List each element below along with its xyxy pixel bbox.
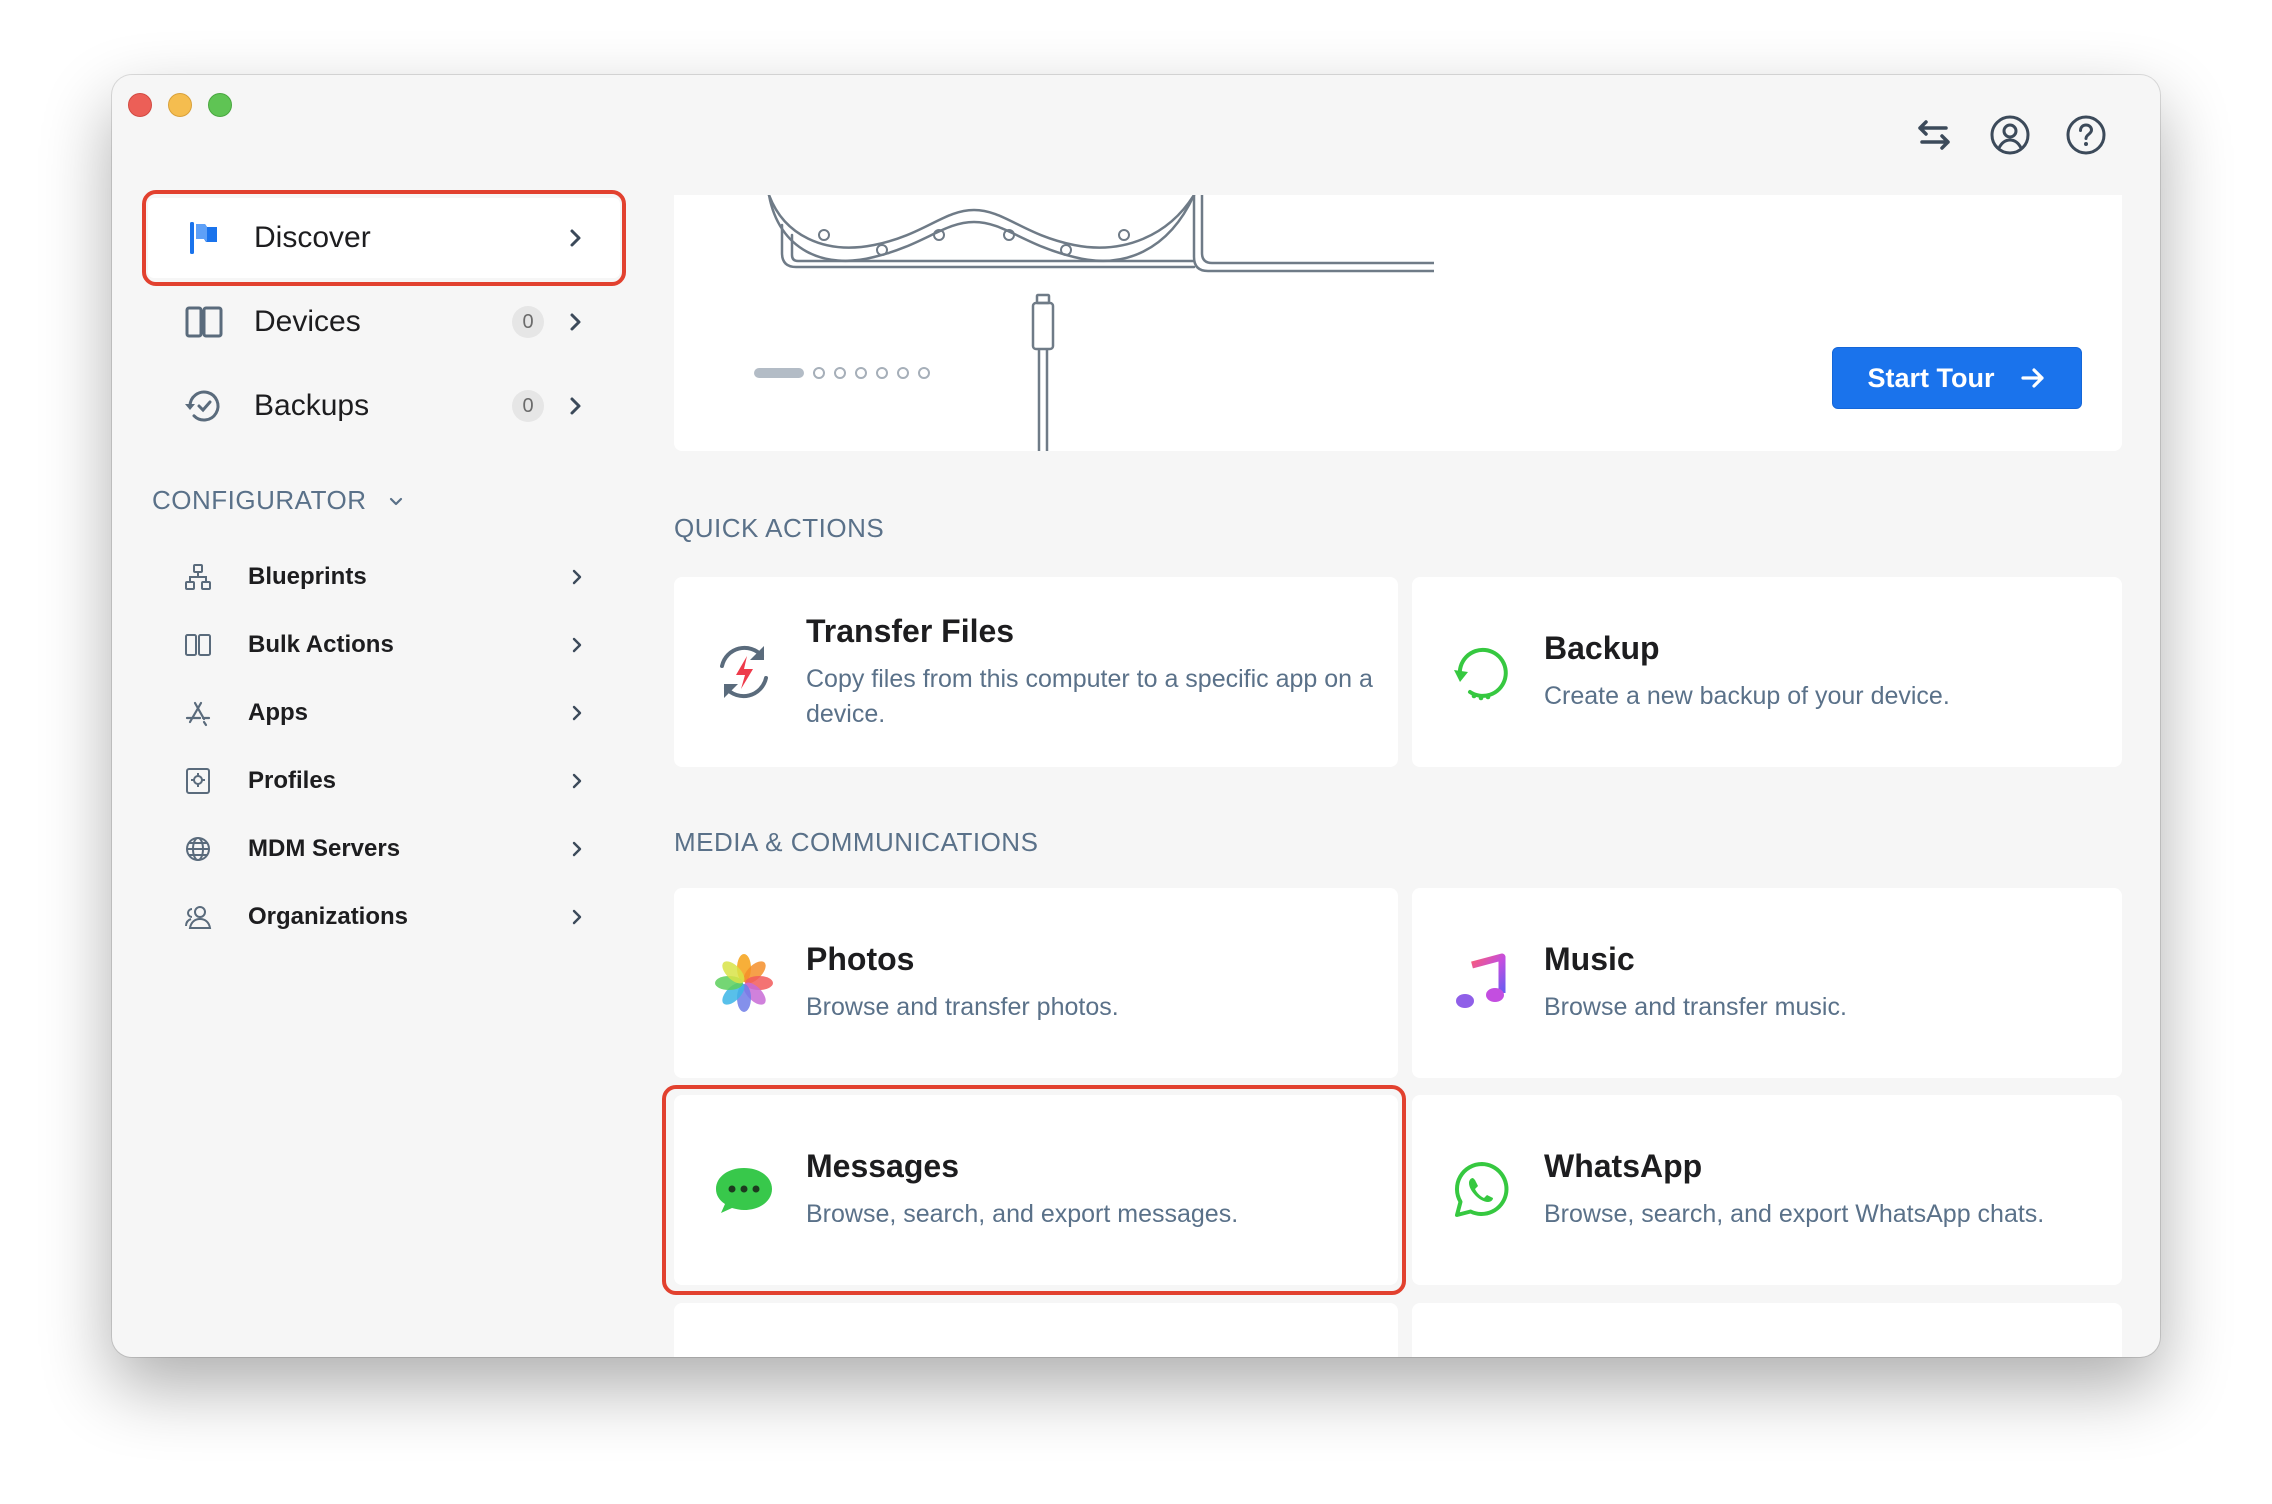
bulk-devices-icon	[182, 629, 214, 661]
switch-arrows-icon[interactable]	[1912, 113, 1956, 157]
sidebar-item-blueprints[interactable]: Blueprints	[182, 549, 622, 605]
sidebar-item-label: Blueprints	[248, 563, 367, 590]
sidebar-item-devices[interactable]: Devices 0	[148, 282, 620, 362]
sidebar: Discover Devices 0 Backups 0 CONFIGURATO…	[112, 75, 632, 1357]
chevron-right-icon	[564, 311, 586, 333]
sidebar-item-bulk-actions[interactable]: Bulk Actions	[182, 617, 622, 673]
section-title-quick-actions: QUICK ACTIONS	[674, 513, 885, 543]
account-icon[interactable]	[1988, 113, 2032, 157]
carousel-dot[interactable]	[834, 367, 846, 379]
start-tour-button[interactable]: Start Tour	[1832, 347, 2082, 409]
card-text: Music Browse and transfer music.	[1544, 941, 2122, 1025]
card-messages[interactable]: Messages Browse, search, and export mess…	[674, 1095, 1398, 1285]
card-title: Photos	[806, 941, 915, 977]
carousel-dot[interactable]	[813, 367, 825, 379]
app-window: Discover Devices 0 Backups 0 CONFIGURATO…	[112, 75, 2160, 1357]
flag-icon	[182, 216, 226, 260]
photos-flower-icon	[708, 947, 780, 1019]
carousel-indicator	[754, 367, 930, 379]
carousel-dot[interactable]	[918, 367, 930, 379]
arrow-right-icon	[2020, 368, 2044, 388]
card-description: Browse, search, and export messages.	[806, 1200, 1239, 1228]
chevron-right-icon	[568, 704, 586, 722]
card-whatsapp[interactable]: WhatsApp Browse, search, and export What…	[1412, 1095, 2122, 1285]
sidebar-item-label: Devices	[254, 305, 361, 338]
chevron-right-icon	[568, 568, 586, 586]
card-description: Browse, search, and export WhatsApp chat…	[1544, 1200, 2045, 1228]
sidebar-item-discover[interactable]: Discover	[148, 198, 620, 278]
chevron-right-icon	[568, 840, 586, 858]
backup-clock-icon	[182, 384, 226, 428]
card-transfer-files[interactable]: Transfer Files Copy files from this comp…	[674, 577, 1398, 767]
people-icon	[182, 901, 214, 933]
start-tour-label: Start Tour	[1867, 362, 1995, 393]
card-title: Music	[1544, 941, 1635, 977]
sidebar-item-label: Discover	[254, 221, 371, 254]
sidebar-item-apps[interactable]: Apps	[182, 685, 622, 741]
card-text: Transfer Files Copy files from this comp…	[806, 613, 1398, 732]
sidebar-item-label: MDM Servers	[248, 835, 401, 862]
chevron-right-icon	[564, 227, 586, 249]
chevron-down-icon	[390, 497, 403, 505]
card-description: Browse and transfer music.	[1544, 993, 1847, 1021]
chevron-right-icon	[568, 636, 586, 654]
card-backup[interactable]: Backup Create a new backup of your devic…	[1412, 577, 2122, 767]
backup-refresh-icon	[1446, 636, 1518, 708]
card-text: Messages Browse, search, and export mess…	[806, 1148, 1398, 1232]
card-title: Messages	[806, 1148, 959, 1184]
count-badge: 0	[512, 306, 544, 338]
sidebar-item-backups[interactable]: Backups 0	[148, 366, 620, 446]
globe-icon	[182, 833, 214, 865]
carousel-dot[interactable]	[897, 367, 909, 379]
card-music[interactable]: Music Browse and transfer music.	[1412, 888, 2122, 1078]
sidebar-item-label: Bulk Actions	[248, 631, 394, 658]
sidebar-item-label: Profiles	[248, 767, 337, 794]
chevron-right-icon	[564, 395, 586, 417]
card-partial[interactable]	[674, 1303, 1398, 1357]
carousel-dot[interactable]	[876, 367, 888, 379]
card-text: Backup Create a new backup of your devic…	[1544, 630, 2122, 714]
carousel-dot[interactable]	[855, 367, 867, 379]
sidebar-item-organizations[interactable]: Organizations	[182, 889, 622, 945]
transfer-files-icon	[708, 636, 780, 708]
tour-banner: Start Tour	[674, 195, 2122, 451]
devices-icon	[182, 300, 226, 344]
sidebar-item-label: Backups	[254, 389, 370, 422]
chevron-right-icon	[568, 772, 586, 790]
sidebar-item-mdm-servers[interactable]: MDM Servers	[182, 821, 622, 877]
whatsapp-icon	[1446, 1154, 1518, 1226]
sidebar-item-label: Organizations	[248, 903, 409, 930]
toolbar	[1912, 113, 2108, 157]
help-icon[interactable]	[2064, 113, 2108, 157]
sidebar-item-label: Apps	[248, 699, 308, 726]
card-title: Backup	[1544, 630, 1660, 666]
profile-gear-icon	[182, 765, 214, 797]
chevron-right-icon	[568, 908, 586, 926]
section-label: CONFIGURATOR	[152, 485, 367, 515]
messages-bubble-icon	[708, 1154, 780, 1226]
configurator-section-toggle[interactable]: CONFIGURATOR	[152, 485, 406, 516]
card-description: Create a new backup of your device.	[1544, 682, 1950, 710]
device-connection-illustration	[767, 195, 1434, 451]
card-partial[interactable]	[1412, 1303, 2122, 1357]
card-text: Photos Browse and transfer photos.	[806, 941, 1398, 1025]
card-title: WhatsApp	[1544, 1148, 1703, 1184]
carousel-dot-active[interactable]	[754, 368, 804, 378]
section-title-media: MEDIA & COMMUNICATIONS	[674, 827, 1039, 857]
music-note-icon	[1446, 947, 1518, 1019]
card-photos[interactable]: Photos Browse and transfer photos.	[674, 888, 1398, 1078]
card-text: WhatsApp Browse, search, and export What…	[1544, 1148, 2122, 1232]
count-badge: 0	[512, 390, 544, 422]
sidebar-item-profiles[interactable]: Profiles	[182, 753, 622, 809]
card-description: Copy files from this computer to a speci…	[806, 664, 1373, 728]
app-store-icon	[182, 697, 214, 729]
card-description: Browse and transfer photos.	[806, 993, 1119, 1021]
blueprint-icon	[182, 561, 214, 593]
card-title: Transfer Files	[806, 612, 1015, 649]
